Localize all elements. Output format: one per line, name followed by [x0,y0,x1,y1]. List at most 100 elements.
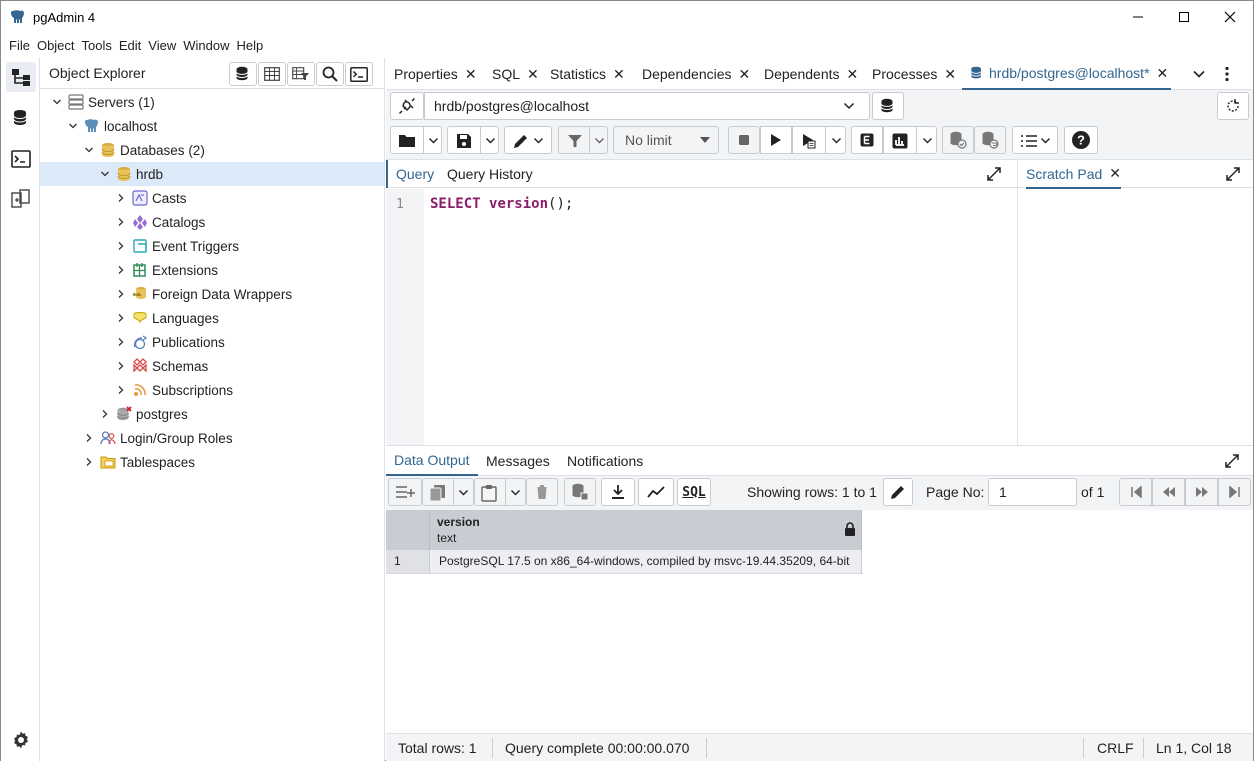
close-icon[interactable]: ✕ [739,66,751,83]
menu-object[interactable]: Object [34,38,78,53]
graph-visualiser-button[interactable] [638,478,674,506]
tree-item-publications[interactable]: Publications [40,330,384,354]
close-window-button[interactable] [1207,1,1253,33]
help-button[interactable]: ? [1064,126,1098,154]
close-icon[interactable]: ✕ [527,66,539,83]
explain-analyze-button[interactable] [883,126,937,154]
connection-select[interactable]: hrdb/postgres@localhost [424,92,870,120]
chevron-right-icon[interactable] [115,312,127,324]
menu-view[interactable]: View [145,38,179,53]
filter-button[interactable] [558,126,608,154]
psql-workspace-button[interactable] [6,144,36,174]
maximize-scratch-button[interactable] [1225,166,1241,185]
chevron-down-icon[interactable] [51,96,63,108]
add-row-button[interactable] [388,478,422,506]
chevron-right-icon[interactable] [115,192,127,204]
download-button[interactable] [601,478,635,506]
previous-page-button[interactable] [1152,478,1185,506]
more-options-button[interactable] [1224,66,1230,85]
refresh-connection-button[interactable] [1217,92,1249,120]
chevron-down-icon[interactable] [67,120,79,132]
tree-item-localhost[interactable]: localhost [40,114,384,138]
explain-button[interactable] [851,126,883,154]
query-tool-workspace-button[interactable] [6,103,36,133]
chevron-right-icon[interactable] [83,456,95,468]
object-explorer-workspace-button[interactable] [6,62,36,92]
paste-button[interactable] [474,478,526,506]
tab-query-tool[interactable]: hrdb/postgres@localhost* ✕ [962,58,1172,90]
tree-item-languages[interactable]: Languages [40,306,384,330]
settings-button[interactable] [6,725,36,755]
sql-editor[interactable]: 1 SELECT version(); [386,189,1017,445]
commit-button[interactable] [942,126,974,154]
tab-dependencies[interactable]: Dependencies ✕ [642,58,750,90]
last-page-button[interactable] [1218,478,1251,506]
menu-tools[interactable]: Tools [79,38,115,53]
stop-button[interactable] [728,126,760,154]
table-row[interactable]: 1 PostgreSQL 17.5 on x86_64-windows, com… [386,550,863,574]
chevron-right-icon[interactable] [83,432,95,444]
close-icon[interactable]: ✕ [1109,165,1121,182]
close-icon[interactable]: ✕ [847,66,859,83]
chevron-right-icon[interactable] [99,408,111,420]
new-connection-button[interactable] [872,92,904,120]
tab-sql[interactable]: SQL ✕ [492,58,539,90]
minimize-button[interactable] [1115,1,1161,33]
rollback-button[interactable] [974,126,1006,154]
tree-item-extensions[interactable]: Extensions [40,258,384,282]
psql-tool-button[interactable] [345,62,373,86]
tree-item-databases[interactable]: Databases (2) [40,138,384,162]
delete-row-button[interactable] [526,478,558,506]
copy-button[interactable] [422,478,474,506]
tree-item-servers[interactable]: Servers (1) [40,90,384,114]
line-ending-status[interactable]: CRLF [1097,740,1134,756]
first-page-button[interactable] [1119,478,1152,506]
tab-notifications[interactable]: Notifications [567,446,643,476]
tree-item-event-triggers[interactable]: Event Triggers [40,234,384,258]
chevron-right-icon[interactable] [115,336,127,348]
close-icon[interactable]: ✕ [944,66,956,83]
maximize-output-button[interactable] [1224,453,1240,472]
close-icon[interactable]: ✕ [1157,65,1169,82]
table-cell[interactable]: PostgreSQL 17.5 on x86_64-windows, compi… [430,550,862,573]
sql-button[interactable]: SQL [677,478,711,506]
tab-query-history[interactable]: Query History [447,160,533,188]
query-tool-button[interactable] [229,62,257,86]
save-file-button[interactable] [447,126,499,154]
macros-button[interactable] [1012,126,1058,154]
view-data-button[interactable] [258,62,286,86]
tab-properties[interactable]: Properties ✕ [394,58,477,90]
menu-window[interactable]: Window [180,38,232,53]
tree-item-foreign-data-wrappers[interactable]: Foreign Data Wrappers [40,282,384,306]
row-header-corner[interactable] [386,510,430,550]
menu-help[interactable]: Help [234,38,267,53]
tab-messages[interactable]: Messages [486,446,550,476]
menu-edit[interactable]: Edit [116,38,144,53]
page-number-input[interactable]: 1 [988,478,1077,506]
chevron-right-icon[interactable] [115,216,127,228]
execute-options-button[interactable] [792,126,846,154]
execute-button[interactable] [760,126,792,154]
close-icon[interactable]: ✕ [613,66,625,83]
tab-list-dropdown[interactable] [1192,67,1206,84]
tab-scratch-pad[interactable]: Scratch Pad ✕ [1026,160,1121,189]
chevron-right-icon[interactable] [115,288,127,300]
maximize-button[interactable] [1161,1,1207,33]
tab-query[interactable]: Query [386,160,442,188]
column-header-version[interactable]: version text [430,510,862,550]
open-file-button[interactable] [390,126,442,154]
chevron-right-icon[interactable] [115,384,127,396]
schema-diff-workspace-button[interactable] [6,184,36,214]
filtered-rows-button[interactable] [287,62,315,86]
tree-item-schemas[interactable]: Schemas [40,354,384,378]
edit-button[interactable] [504,126,552,154]
chevron-right-icon[interactable] [115,240,127,252]
tree-item-login-group-roles[interactable]: Login/Group Roles [40,426,384,450]
edit-rows-button[interactable] [883,478,913,506]
tree-item-casts[interactable]: Casts [40,186,384,210]
chevron-right-icon[interactable] [115,360,127,372]
tree-item-catalogs[interactable]: Catalogs [40,210,384,234]
chevron-right-icon[interactable] [115,264,127,276]
tree-item-hrdb[interactable]: hrdb [40,162,384,186]
next-page-button[interactable] [1185,478,1218,506]
